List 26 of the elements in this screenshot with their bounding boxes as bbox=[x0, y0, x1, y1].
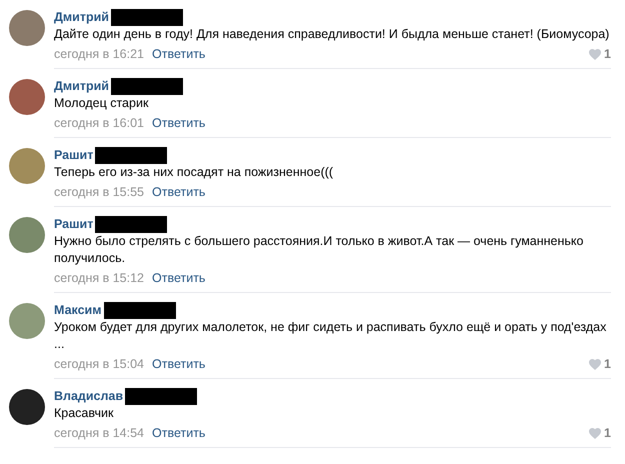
like-count: 1 bbox=[604, 47, 611, 61]
author-name[interactable]: Дмитрий bbox=[54, 78, 109, 95]
heart-icon[interactable] bbox=[589, 358, 602, 370]
reply-link[interactable]: Ответить bbox=[152, 185, 206, 199]
comment-text: Молодец старик bbox=[54, 95, 150, 112]
heart-icon[interactable] bbox=[589, 48, 602, 60]
reply-link[interactable]: Ответить bbox=[152, 47, 206, 61]
author-name[interactable]: Дмитрий bbox=[54, 9, 109, 26]
reply-link[interactable]: Ответить bbox=[152, 426, 206, 440]
comment-text: Дайте один день в году! Для наведения справедливости! И быдла меньше станет! (Биомусора) bbox=[54, 26, 610, 43]
comment-text: Нужно было стрелять с большего расстояния.И только в живот.А так — очень гуманненько получилось. bbox=[54, 233, 584, 267]
author-name[interactable]: Максим bbox=[54, 302, 102, 319]
heart-icon[interactable] bbox=[589, 428, 602, 438]
like-count: 1 bbox=[604, 357, 611, 371]
reply-link[interactable]: Ответить bbox=[152, 357, 206, 371]
avatar-photo[interactable] bbox=[9, 389, 45, 425]
author-name[interactable]: Рашит bbox=[54, 216, 94, 233]
author-name[interactable]: Рашит bbox=[54, 147, 94, 164]
like-count: 1 bbox=[604, 426, 611, 440]
comment-text: Уроком будет для других малолеток, не фиг сидеть и распивать бухло ещё и орать у под'ездах ... bbox=[54, 319, 608, 353]
comment-text: Теперь его из-за них посадят на пожизненное((( bbox=[54, 164, 334, 181]
reply-link[interactable]: Ответить bbox=[152, 116, 206, 130]
reply-link[interactable]: Ответить bbox=[152, 271, 206, 285]
redaction-block bbox=[104, 302, 176, 319]
author-name[interactable]: Владислав bbox=[54, 388, 124, 405]
comment-text: Красавчик bbox=[54, 405, 114, 422]
